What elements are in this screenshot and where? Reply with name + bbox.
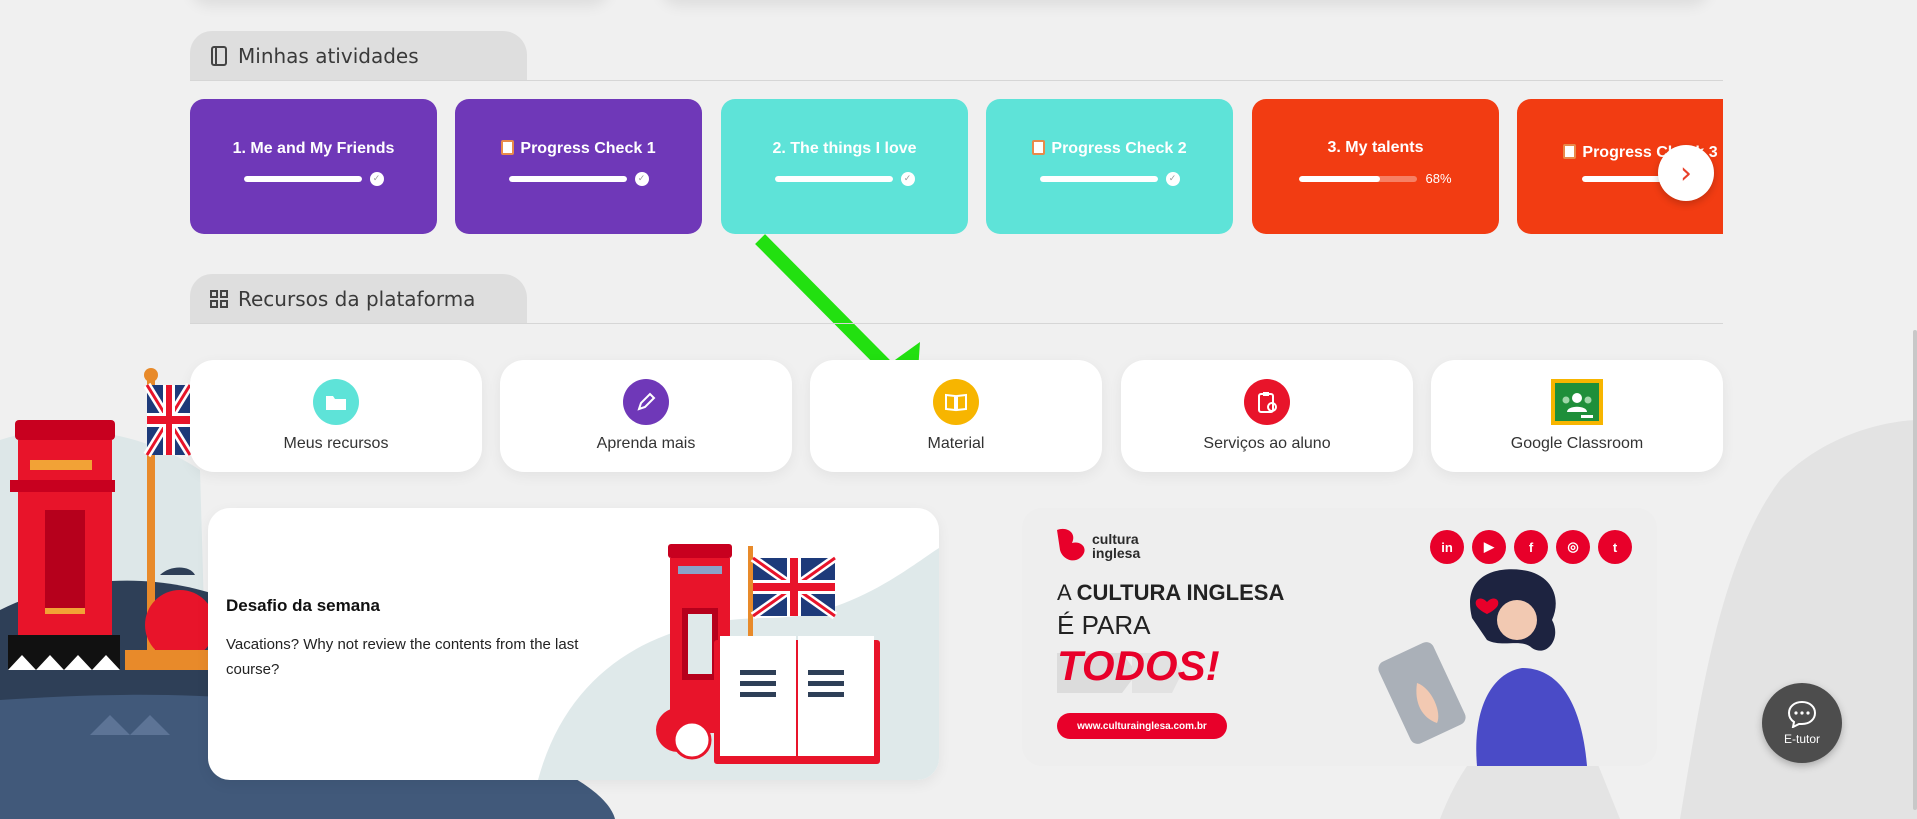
instagram-icon[interactable]: ◎ <box>1556 530 1590 564</box>
activity-progress: ✓ <box>508 171 649 186</box>
activity-label: Progress Check 2 <box>1051 139 1187 157</box>
headline-brand: CULTURA INGLESA <box>1076 580 1285 605</box>
activity-title: 3. My talents <box>1327 139 1423 157</box>
resource-label: Material <box>927 435 985 452</box>
challenge-text: Vacations? Why not review the contents f… <box>226 636 579 678</box>
chevron-right-icon: › <box>1680 155 1692 191</box>
activity-title: 1. Me and My Friends <box>233 140 395 158</box>
twitter-icon[interactable]: t <box>1598 530 1632 564</box>
progress-fill <box>1039 175 1158 182</box>
weekly-challenge-card[interactable]: Desafio da semana Vacations? Why not rev… <box>208 508 939 780</box>
check-icon: ✓ <box>1165 171 1180 186</box>
activity-title: Progress Check 1 <box>501 139 656 158</box>
book-icon <box>933 379 979 425</box>
check-icon: ✓ <box>634 171 649 186</box>
check-icon: ✓ <box>900 171 915 186</box>
progress-fill <box>1299 175 1380 182</box>
check-icon: ✓ <box>369 171 384 186</box>
divider <box>190 323 1723 324</box>
document-icon <box>501 139 515 155</box>
activity-progress: ✓ <box>774 171 915 186</box>
brand-logo: cultura inglesa <box>1092 532 1140 560</box>
book-outline-icon <box>211 46 227 66</box>
folder-icon <box>313 379 359 425</box>
etutor-label: E-tutor <box>1783 732 1820 746</box>
resource-label: Aprenda mais <box>596 435 696 452</box>
progress-bar <box>508 175 627 182</box>
challenge-title: Desafio da semana <box>226 596 381 615</box>
activities-section-header: Minhas atividades <box>190 31 1723 81</box>
logo-text-line1: cultura <box>1092 531 1139 547</box>
activity-label: 1. Me and My Friends <box>232 139 395 157</box>
activity-card[interactable]: 3. My talents 68% <box>1252 99 1499 234</box>
resource-card[interactable]: Google Classroom <box>1431 360 1723 472</box>
progress-fill <box>508 175 627 182</box>
resources-title: Recursos da plataforma <box>238 287 476 311</box>
linkedin-icon[interactable]: in <box>1430 530 1464 564</box>
resource-card[interactable]: Serviços ao aluno <box>1121 360 1413 472</box>
activity-title: 2. The things I love <box>772 140 916 158</box>
resources-tab: Recursos da plataforma <box>190 274 527 324</box>
progress-bar <box>1299 175 1418 182</box>
website-link[interactable]: www.culturainglesa.com.br <box>1057 713 1227 739</box>
progress-bar <box>774 175 893 182</box>
grid-icon <box>210 290 228 308</box>
social-links: in ▶ f ◎ t <box>1430 530 1632 564</box>
headline-prefix: A <box>1057 580 1077 605</box>
progress-bar <box>1039 175 1158 182</box>
activities-tab: Minhas atividades <box>190 31 527 81</box>
resource-card[interactable]: Material <box>810 360 1102 472</box>
chat-bubble-icon <box>1787 700 1817 728</box>
resources-section-header: Recursos da plataforma <box>190 274 1723 324</box>
activity-label: 2. The things I love <box>772 139 917 157</box>
scrollbar[interactable] <box>1913 330 1917 810</box>
activity-label: 3. My talents <box>1327 139 1424 156</box>
activity-label: Progress Check 1 <box>520 139 656 157</box>
banner-headline-line1: A CULTURA INGLESA <box>1057 580 1284 606</box>
activity-card[interactable]: 2. The things I love ✓ <box>721 99 968 234</box>
resource-label: Serviços ao aluno <box>1203 435 1331 452</box>
cultura-inglesa-banner[interactable]: cultura inglesa A CULTURA INGLESA É PARA… <box>1022 508 1657 766</box>
google-classroom-icon <box>1551 379 1603 425</box>
carousel-next-button[interactable]: › <box>1658 145 1714 201</box>
progress-fill <box>243 175 362 182</box>
activity-title: Progress Check 2 <box>1032 139 1187 158</box>
logo-text-line2: inglesa <box>1092 545 1141 561</box>
facebook-icon[interactable]: f <box>1514 530 1548 564</box>
resource-card[interactable]: Meus recursos <box>190 360 482 472</box>
resource-label: Google Classroom <box>1510 435 1644 452</box>
youtube-icon[interactable]: ▶ <box>1472 530 1506 564</box>
progress-bar <box>243 175 362 182</box>
clipboard-icon <box>1244 379 1290 425</box>
activity-card[interactable]: Progress Check 1 ✓ <box>455 99 702 234</box>
activity-progress: ✓ <box>243 171 384 186</box>
document-icon <box>1032 139 1046 155</box>
activity-card[interactable]: 1. Me and My Friends ✓ <box>190 99 437 234</box>
divider <box>190 80 1723 81</box>
banner-headline-line3: TODOS! <box>1057 642 1220 689</box>
progress-percent: 68% <box>1425 171 1452 186</box>
activity-progress: 68% <box>1299 171 1452 186</box>
resource-card[interactable]: Aprenda mais <box>500 360 792 472</box>
progress-fill <box>774 175 893 182</box>
banner-headline-line2: É PARA <box>1057 610 1151 640</box>
activities-title: Minhas atividades <box>238 44 419 68</box>
etutor-button[interactable]: E-tutor <box>1762 683 1842 763</box>
resource-label: Meus recursos <box>283 435 389 452</box>
activity-progress: ✓ <box>1039 171 1180 186</box>
activity-card[interactable]: Progress Check 2 ✓ <box>986 99 1233 234</box>
document-icon <box>1563 143 1577 159</box>
pencil-icon <box>623 379 669 425</box>
activities-carousel: 1. Me and My Friends ✓ Progress Check 1 ✓ 2.… <box>190 99 1723 234</box>
